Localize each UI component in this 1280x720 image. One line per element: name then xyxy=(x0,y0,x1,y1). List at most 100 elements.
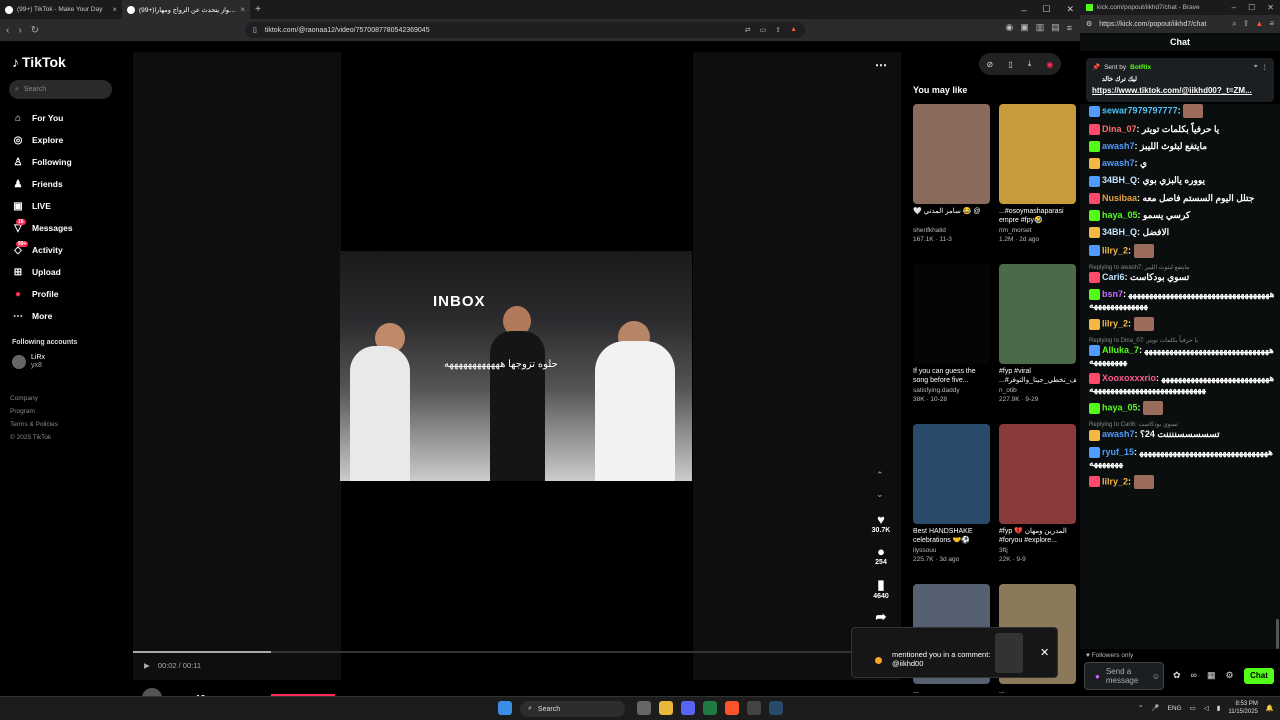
video-thumbnail[interactable] xyxy=(999,104,1076,204)
translate-icon[interactable]: ⇄ xyxy=(745,26,751,34)
chat-message[interactable]: haya_05: xyxy=(1089,401,1276,416)
send-chat-button[interactable]: Chat xyxy=(1244,668,1274,684)
video-thumbnail[interactable] xyxy=(913,104,990,204)
record-icon[interactable]: ◉ xyxy=(1046,60,1053,69)
minimize-icon[interactable]: – xyxy=(1021,5,1026,15)
store-icon[interactable]: ▦ xyxy=(1207,670,1216,681)
language-indicator[interactable]: ENG xyxy=(1167,705,1181,712)
address-bar[interactable]: ▯ tiktok.com/@raonaa12/video/757008778054… xyxy=(245,22,805,38)
brave-shield-icon[interactable]: ▲ xyxy=(790,26,797,34)
mic-icon[interactable]: 🎤 xyxy=(1151,704,1159,712)
chat-username[interactable]: haya_05 xyxy=(1102,210,1138,220)
kick-url-bar[interactable]: ⚙ https://kick.com/popout/iikhd7/chat ⌕ ⇪ ▲ ≡ xyxy=(1080,15,1280,33)
browser-tab-active[interactable]: (99+)خواز يتحدث عن الزواج ومهارا...× xyxy=(122,0,250,19)
video-card[interactable]: 🤍 سامر المدني 😂 @ sherifkhalid 167.1K · 11… xyxy=(913,104,990,243)
chat-message[interactable]: bsn7: هههههههههههههههههههههههههههههههههه… xyxy=(1089,289,1276,311)
chat-username[interactable]: awash7 xyxy=(1102,429,1135,439)
chat-username[interactable]: Xooxoxxxrio xyxy=(1102,373,1156,383)
scroll-thumb[interactable] xyxy=(1276,619,1279,649)
nav-following[interactable]: ♙ Following xyxy=(12,151,73,173)
video-progress-bar[interactable] xyxy=(133,651,901,653)
sidebar-icon[interactable]: ▥ xyxy=(1036,22,1045,33)
video-card[interactable]: #fyp #viral ...#سنف_تخطي_جيتا_والتوفر n_o… xyxy=(999,264,1076,403)
chat-message[interactable]: sewar7979797777: xyxy=(1089,104,1276,118)
chat-message[interactable]: lilry_2: xyxy=(1089,474,1276,489)
video-card[interactable]: #fyp 💔 المدرين ومهان #foryou #explore...… xyxy=(999,424,1076,563)
footer-link[interactable]: Program xyxy=(10,405,58,418)
chat-message[interactable]: ryuf_15: ههههههههههههههههههههههههههههههه… xyxy=(1089,447,1276,469)
chat-username[interactable]: Dina_07 xyxy=(1102,124,1137,134)
footer-link[interactable]: Terms & Policies xyxy=(10,418,58,431)
obs-icon[interactable] xyxy=(747,701,761,715)
nav-for-you[interactable]: ⌂ For You xyxy=(12,107,73,129)
bookmark-button[interactable]: ▮ 4640 xyxy=(866,577,896,600)
extension-icon[interactable]: ◉ xyxy=(1005,22,1013,33)
chat-username[interactable]: lilry_2 xyxy=(1102,245,1128,255)
chat-username[interactable]: 34BH_Q xyxy=(1102,175,1137,185)
chat-username[interactable]: awash7 xyxy=(1102,141,1135,151)
download-icon[interactable]: ⤓ xyxy=(1028,59,1032,69)
infinity-icon[interactable]: ∞ xyxy=(1191,670,1197,681)
chat-message[interactable]: awash7: مايتفع لبثوث الليبز xyxy=(1089,141,1276,153)
video-thumbnail[interactable] xyxy=(913,264,990,364)
menu-icon[interactable]: ≡ xyxy=(1067,23,1072,33)
maximize-icon[interactable]: ☐ xyxy=(1042,4,1050,15)
chat-username[interactable]: sewar7979797777 xyxy=(1102,105,1178,115)
chat-username[interactable]: 34BH_Q xyxy=(1102,227,1137,237)
chat-message[interactable]: Cari6: تسوي بودكاست xyxy=(1089,272,1276,283)
browser-tab[interactable]: (99+) TikTok - Make Your Day × xyxy=(0,0,122,19)
emoji-icon[interactable]: ☺ xyxy=(1152,672,1160,681)
chat-message[interactable]: haya_05: كرسي يسمو xyxy=(1089,210,1276,221)
clock[interactable]: 8:53 PM 11/15/2025 xyxy=(1228,700,1258,716)
chat-username[interactable]: lilry_2 xyxy=(1102,476,1128,486)
chat-message[interactable]: 34BH_Q: يووره يالبزي بوي xyxy=(1089,175,1276,187)
chat-username[interactable]: Alluka_7 xyxy=(1102,345,1139,355)
video-card[interactable]: If you can guess the song before five...… xyxy=(913,264,990,403)
video-card[interactable]: Best HANDSHAKE celebrations 🤝⚽ ilyssouu 22… xyxy=(913,424,990,563)
nav-friends[interactable]: ♟ Friends xyxy=(12,173,73,195)
video-thumbnail[interactable] xyxy=(999,424,1076,524)
share-icon[interactable]: ⇪ xyxy=(775,26,781,34)
mention-notification[interactable]: mentioned you in a comment: @iikhd00 ✕ xyxy=(851,627,1058,678)
chat-username[interactable]: Cari6 xyxy=(1102,272,1125,282)
following-account[interactable]: LiRx yx8 xyxy=(12,354,45,370)
chat-message[interactable]: Alluka_7: هههههههههههههههههههههههههههههه… xyxy=(1089,345,1276,367)
chat-message[interactable]: awash7: تسسسسسننننت 24؟ xyxy=(1089,429,1276,441)
reload-icon[interactable]: ↻ xyxy=(31,25,39,36)
menu-icon[interactable]: ≡ xyxy=(1269,19,1274,29)
chat-message[interactable]: Dina_07: يا حرفياً بكلمات تويتر xyxy=(1089,124,1276,136)
maximize-icon[interactable]: ☐ xyxy=(1248,3,1255,12)
no-ads-icon[interactable]: ⊘ xyxy=(987,60,994,69)
taskbar-search[interactable]: ⌕ Search xyxy=(520,701,625,717)
settings-icon[interactable]: ⚙ xyxy=(1225,670,1233,681)
search-input[interactable]: ⌕ Search xyxy=(9,80,112,99)
nav-upload[interactable]: ⊞ Upload xyxy=(12,261,73,283)
steam-icon[interactable] xyxy=(769,701,783,715)
chat-scrollbar[interactable] xyxy=(1276,104,1280,649)
more-vertical-icon[interactable]: ⋮ xyxy=(1262,63,1269,71)
mic-icon[interactable]: ● xyxy=(1095,672,1100,681)
chevron-down-icon[interactable]: ⌄ xyxy=(876,489,884,500)
puzzle-icon[interactable]: ▣ xyxy=(1020,22,1029,33)
chat-messages[interactable]: sewar7979797777: Dina_07: يا حرفياً بكلم… xyxy=(1080,104,1276,649)
close-window-icon[interactable]: ✕ xyxy=(1267,3,1274,12)
close-tab-icon[interactable]: × xyxy=(112,5,117,14)
video-thumbnail[interactable] xyxy=(913,424,990,524)
cast-icon[interactable]: ▭ xyxy=(760,26,767,34)
zoom-icon[interactable]: ⌕ xyxy=(1232,19,1236,29)
share-button[interactable]: ➦ xyxy=(866,609,896,625)
chevron-up-icon[interactable]: ⌃ xyxy=(876,470,884,481)
notification-bell-icon[interactable]: 🔔 xyxy=(1266,704,1274,712)
chat-message[interactable]: Nusibaa: جتلل اليوم السستم فاصل معه xyxy=(1089,193,1276,204)
close-icon[interactable]: ✕ xyxy=(1040,646,1049,659)
nav-activity[interactable]: ◇ 99+ Activity xyxy=(12,239,73,261)
comment-button[interactable]: ● 254 xyxy=(866,544,896,566)
device-icon[interactable]: ▯ xyxy=(1008,60,1012,69)
chat-username[interactable]: bsn7 xyxy=(1102,289,1123,299)
file-explorer-icon[interactable] xyxy=(659,701,673,715)
task-view-icon[interactable] xyxy=(637,701,651,715)
chat-username[interactable]: Nusibaa xyxy=(1102,193,1137,203)
video-card[interactable]: ...#osoymashaparasi empre #fpy🤣 rim_morse… xyxy=(999,104,1076,243)
minimize-icon[interactable]: – xyxy=(1232,3,1236,12)
points-icon[interactable]: ✿ xyxy=(1173,670,1181,681)
